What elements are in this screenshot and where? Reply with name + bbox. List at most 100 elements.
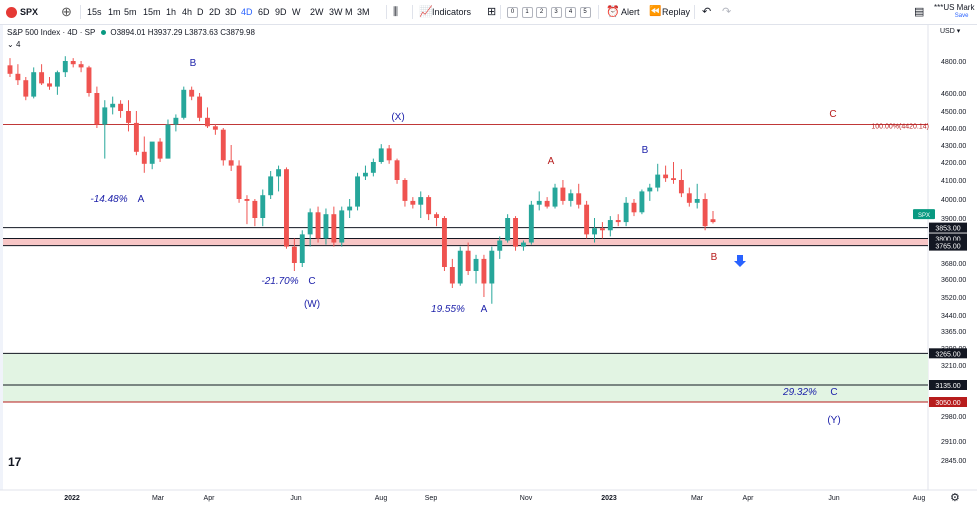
candle-body[interactable] bbox=[560, 187, 566, 201]
candle-body[interactable] bbox=[323, 214, 329, 239]
candle-body[interactable] bbox=[528, 204, 534, 243]
indicators-icon[interactable]: 📈 bbox=[419, 0, 433, 24]
alert-button[interactable]: Alert bbox=[621, 0, 640, 24]
indicators-button[interactable]: Indicators bbox=[432, 0, 471, 24]
candle-body[interactable] bbox=[465, 250, 471, 271]
replay-button[interactable]: Replay bbox=[662, 0, 690, 24]
candle-body[interactable] bbox=[426, 197, 432, 215]
candle-style-icon[interactable]: ⫼ bbox=[393, 0, 398, 24]
candle-body[interactable] bbox=[434, 214, 439, 218]
candle-body[interactable] bbox=[378, 148, 384, 162]
candle-body[interactable] bbox=[710, 219, 716, 223]
wave-label[interactable]: B bbox=[190, 58, 197, 69]
candle-body[interactable] bbox=[584, 204, 590, 235]
layout-number-3[interactable]: 3 bbox=[550, 7, 562, 18]
candle-body[interactable] bbox=[418, 197, 424, 205]
candle-body[interactable] bbox=[205, 117, 210, 127]
candle-body[interactable] bbox=[449, 267, 455, 284]
gear-icon[interactable]: ⚙ bbox=[950, 491, 960, 504]
candle-body[interactable] bbox=[481, 258, 487, 284]
candle-body[interactable] bbox=[671, 178, 676, 180]
candle-body[interactable] bbox=[552, 187, 558, 207]
candle-body[interactable] bbox=[181, 89, 187, 118]
wave-label[interactable]: C bbox=[830, 387, 837, 398]
timeframe-15s[interactable]: 15s bbox=[87, 0, 102, 24]
candle-body[interactable] bbox=[291, 246, 297, 263]
layout-number-0[interactable]: 0 bbox=[507, 7, 518, 18]
candle-body[interactable] bbox=[592, 228, 597, 235]
candle-body[interactable] bbox=[260, 195, 266, 218]
tradingview-logo[interactable]: 17 bbox=[8, 455, 21, 469]
wave-label[interactable]: B bbox=[711, 252, 718, 263]
layout-number-5[interactable]: 5 bbox=[579, 7, 591, 18]
wave-label[interactable]: A bbox=[481, 304, 488, 315]
wave-label[interactable]: A bbox=[138, 194, 145, 205]
wave-label[interactable]: (W) bbox=[304, 299, 320, 310]
candle-body[interactable] bbox=[678, 180, 684, 194]
candle-body[interactable] bbox=[623, 202, 629, 223]
candle-body[interactable] bbox=[149, 141, 155, 164]
templates-grid-icon[interactable]: ⊞ bbox=[487, 0, 496, 24]
candle-body[interactable] bbox=[284, 169, 289, 247]
timeframe-w[interactable]: W bbox=[292, 0, 301, 24]
candle-body[interactable] bbox=[694, 199, 700, 203]
candle-body[interactable] bbox=[607, 220, 613, 231]
timeframe-3w[interactable]: 3W bbox=[329, 0, 343, 24]
candle-body[interactable] bbox=[31, 72, 37, 97]
undo-icon[interactable]: ↶ bbox=[702, 0, 711, 24]
timeframe-2d[interactable]: 2D bbox=[209, 0, 221, 24]
candle-body[interactable] bbox=[386, 148, 392, 161]
candle-body[interactable] bbox=[702, 199, 708, 227]
redo-icon[interactable]: ↷ bbox=[722, 0, 731, 24]
candle-body[interactable] bbox=[631, 202, 637, 213]
wave-label[interactable]: 19.55% bbox=[431, 304, 465, 315]
wave-label[interactable]: (X) bbox=[391, 112, 404, 123]
price-chart[interactable]: 4800.00 4600.00 4500.00 4400.00 4300.00 4200.… bbox=[0, 25, 977, 506]
timeframe-3d[interactable]: 3D bbox=[225, 0, 237, 24]
candle-body[interactable] bbox=[663, 174, 669, 179]
candle-body[interactable] bbox=[133, 122, 139, 152]
layout-number-1[interactable]: 1 bbox=[521, 7, 533, 18]
candle-body[interactable] bbox=[86, 67, 92, 93]
candle-body[interactable] bbox=[276, 169, 282, 177]
candle-body[interactable] bbox=[686, 193, 692, 203]
wave-label[interactable]: C bbox=[308, 276, 315, 287]
indicator-legend-toggle[interactable]: ⌄ 4 bbox=[7, 40, 20, 49]
candle-body[interactable] bbox=[212, 126, 218, 130]
candle-body[interactable] bbox=[520, 242, 526, 247]
alarm-clock-icon[interactable]: ⏰ bbox=[606, 0, 620, 24]
candle-body[interactable] bbox=[39, 72, 45, 84]
candle-body[interactable] bbox=[615, 220, 621, 223]
timeframe-6d[interactable]: 6D bbox=[258, 0, 270, 24]
candle-body[interactable] bbox=[252, 200, 258, 218]
legend-title[interactable]: S&P 500 Index · 4D · SP bbox=[7, 28, 95, 37]
wave-label[interactable]: (Y) bbox=[827, 415, 840, 426]
save-link[interactable]: Save bbox=[934, 12, 974, 21]
candle-body[interactable] bbox=[513, 218, 518, 247]
candle-body[interactable] bbox=[599, 228, 605, 231]
candle-body[interactable] bbox=[54, 72, 60, 87]
candle-body[interactable] bbox=[339, 210, 345, 243]
candle-body[interactable] bbox=[70, 61, 76, 65]
candle-body[interactable] bbox=[197, 96, 203, 118]
candle-body[interactable] bbox=[544, 200, 550, 207]
layout-number-4[interactable]: 4 bbox=[565, 7, 576, 18]
candle-body[interactable] bbox=[165, 124, 171, 159]
candle-body[interactable] bbox=[126, 111, 131, 123]
candle-body[interactable] bbox=[268, 176, 274, 196]
candle-body[interactable] bbox=[307, 212, 313, 235]
candle-body[interactable] bbox=[655, 174, 661, 188]
candle-body[interactable] bbox=[505, 218, 511, 241]
candle-body[interactable] bbox=[118, 103, 124, 111]
candle-body[interactable] bbox=[331, 214, 337, 243]
candle-body[interactable] bbox=[489, 250, 495, 284]
timeframe-9d[interactable]: 9D bbox=[275, 0, 287, 24]
timeframe-d[interactable]: D bbox=[197, 0, 204, 24]
compare-add-icon[interactable]: ⊕ bbox=[61, 0, 72, 24]
candle-body[interactable] bbox=[173, 117, 179, 125]
timeframe-3m[interactable]: 3M bbox=[357, 0, 370, 24]
wave-label[interactable]: 29.32% bbox=[782, 387, 817, 398]
candle-body[interactable] bbox=[157, 141, 163, 159]
candle-body[interactable] bbox=[47, 83, 52, 87]
timeframe-m[interactable]: M bbox=[345, 0, 353, 24]
